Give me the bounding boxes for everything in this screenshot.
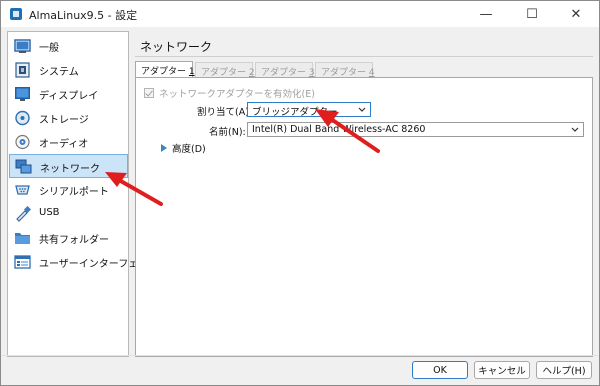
sidebar-item-network[interactable]: ネットワーク xyxy=(9,154,128,178)
maximize-button[interactable]: ☐ xyxy=(509,1,555,27)
tab-adapter-2[interactable]: アダプター 2 xyxy=(195,62,255,78)
chevron-down-icon xyxy=(571,127,579,132)
adapter-name-label: 名前(N): xyxy=(209,127,246,138)
settings-window: AlmaLinux9.5 - 設定 — ☐ ✕ 一般 システム ディスプレイ ス… xyxy=(0,0,600,386)
attached-to-value: ブリッジアダプター xyxy=(252,107,338,118)
advanced-label: 高度(D) xyxy=(172,144,206,155)
general-icon xyxy=(14,39,31,53)
window-title: AlmaLinux9.5 - 設定 xyxy=(29,9,138,22)
attached-to-select[interactable]: ブリッジアダプター xyxy=(247,102,371,118)
sidebar-item-usb[interactable]: USB xyxy=(9,202,128,226)
storage-icon xyxy=(15,110,30,126)
help-button[interactable]: ヘルプ(H) xyxy=(536,361,592,379)
serial-port-icon xyxy=(15,185,30,195)
sidebar-item-display[interactable]: ディスプレイ xyxy=(9,82,128,106)
sidebar-item-label: ネットワーク xyxy=(40,164,100,175)
shared-folder-icon xyxy=(15,233,30,244)
tab-adapter-1[interactable]: アダプター 1 xyxy=(135,61,195,78)
page-title: ネットワーク xyxy=(140,40,213,54)
sidebar-item-general[interactable]: 一般 xyxy=(9,34,128,58)
sidebar-item-label: ディスプレイ xyxy=(39,91,99,102)
ok-button[interactable]: OK xyxy=(412,361,468,379)
enable-adapter-label: ネットワークアダプターを有効化(E) xyxy=(159,89,315,100)
enable-adapter-checkbox-row[interactable]: ネットワークアダプターを有効化(E) xyxy=(144,86,315,100)
tab-adapter-4[interactable]: アダプター 4 xyxy=(315,62,375,78)
sidebar-item-label: USB xyxy=(39,207,60,218)
sidebar-item-label: システム xyxy=(39,67,79,78)
sidebar-item-serial-port[interactable]: シリアルポート xyxy=(9,178,128,202)
system-icon xyxy=(15,62,30,78)
adapter-settings-pane xyxy=(135,77,593,357)
divider xyxy=(1,355,599,356)
network-icon xyxy=(15,159,32,174)
minimize-button[interactable]: — xyxy=(463,1,509,27)
expand-triangle-icon xyxy=(161,144,167,152)
audio-icon xyxy=(15,134,30,150)
sidebar-item-shared-folder[interactable]: 共有フォルダー xyxy=(9,226,128,250)
adapter-name-value: Intel(R) Dual Band Wireless-AC 8260 xyxy=(252,124,426,135)
adapter-name-select[interactable]: Intel(R) Dual Band Wireless-AC 8260 xyxy=(247,122,584,137)
attached-to-label: 割り当て(A): xyxy=(197,107,253,118)
settings-sidebar: 一般 システム ディスプレイ ストレージ オーディオ ネットワーク シリアルポー… xyxy=(7,31,158,357)
usb-icon xyxy=(16,206,31,222)
sidebar-item-label: 共有フォルダー xyxy=(39,235,109,246)
divider xyxy=(135,56,593,57)
advanced-expander[interactable]: 高度(D) xyxy=(161,141,206,155)
sidebar-item-audio[interactable]: オーディオ xyxy=(9,130,128,154)
sidebar-item-system[interactable]: システム xyxy=(9,58,128,82)
enable-adapter-checkbox[interactable] xyxy=(144,88,154,98)
virtualbox-app-icon xyxy=(10,8,22,20)
sidebar-item-label: シリアルポート xyxy=(39,187,109,198)
sidebar-item-label: オーディオ xyxy=(39,139,89,150)
close-button[interactable]: ✕ xyxy=(553,1,599,27)
cancel-button[interactable]: キャンセル xyxy=(474,361,530,379)
chevron-down-icon xyxy=(358,107,366,112)
user-interface-icon xyxy=(14,255,31,269)
title-bar[interactable]: AlmaLinux9.5 - 設定 — ☐ ✕ xyxy=(1,1,599,27)
display-icon xyxy=(15,87,30,101)
sidebar-item-storage[interactable]: ストレージ xyxy=(9,106,128,130)
tab-adapter-3[interactable]: アダプター 3 xyxy=(255,62,315,78)
sidebar-item-label: 一般 xyxy=(39,43,59,54)
sidebar-item-user-interface[interactable]: ユーザーインターフェース xyxy=(9,250,158,274)
sidebar-item-label: ストレージ xyxy=(39,115,89,126)
